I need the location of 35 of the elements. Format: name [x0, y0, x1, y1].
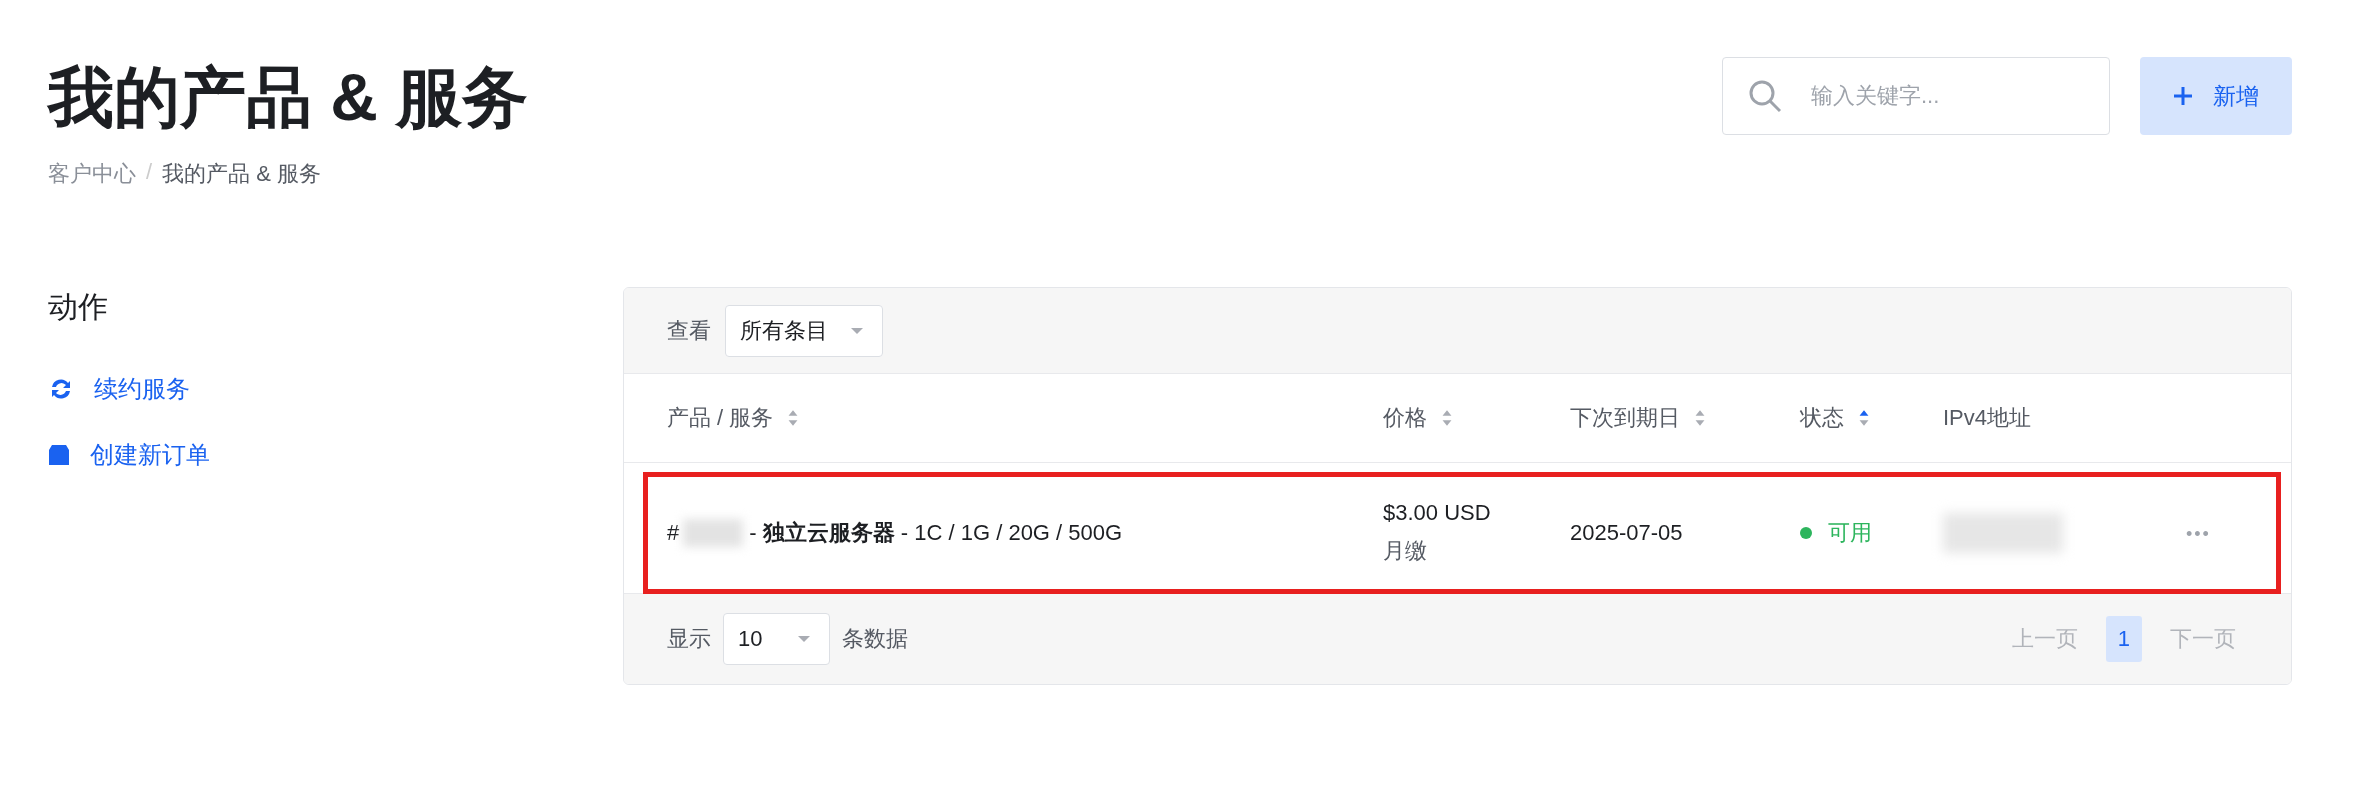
breadcrumb-separator: /: [146, 159, 153, 186]
sort-icon[interactable]: [1858, 408, 1870, 428]
bag-icon: [48, 444, 70, 466]
sort-icon[interactable]: [787, 408, 800, 428]
show-label: 显示: [667, 625, 711, 653]
plus-icon: [2173, 86, 2193, 106]
pagination-button[interactable]: 1: [2105, 616, 2142, 662]
column-header[interactable]: 价格: [1383, 403, 1427, 433]
status-label: 可用: [1828, 519, 1872, 547]
price: $3.00 USD: [1383, 500, 1492, 526]
column-header[interactable]: 产品 / 服务: [667, 403, 774, 433]
billing-cycle: 月缴: [1383, 537, 1428, 565]
page-title: 我的产品 & 服务: [48, 59, 529, 136]
sort-icon[interactable]: [1441, 408, 1453, 428]
column-header[interactable]: 状态: [1800, 403, 1844, 433]
product-id: #: [667, 520, 680, 546]
action-link[interactable]: 续约服务: [94, 373, 190, 405]
rows-label: 条数据: [842, 625, 908, 653]
search-icon: [1748, 79, 1782, 113]
sort-icon[interactable]: [1694, 408, 1706, 428]
caret-icon: [850, 326, 864, 335]
column-header[interactable]: 下次到期日: [1570, 403, 1680, 433]
column-header[interactable]: IPv4地址: [1943, 403, 2032, 433]
page-size-dropdown[interactable]: 10: [723, 613, 830, 665]
due-date: 2025-07-05: [1570, 520, 1683, 545]
action-link[interactable]: 创建新订单: [90, 439, 210, 471]
search-field[interactable]: 输入关键字...: [1722, 57, 2110, 135]
filter-dropdown[interactable]: 所有条目: [725, 304, 883, 357]
redacted-blur: [683, 519, 744, 547]
new-button[interactable]: 新增: [2140, 57, 2292, 135]
filter-label: 查看: [667, 316, 711, 345]
caret-icon: [797, 635, 811, 643]
product-name[interactable]: - 独立云服务器 - 1C / 1G / 20G / 500G: [749, 518, 1123, 548]
section-title: 动作: [48, 289, 109, 325]
breadcrumb-current: 我的产品 & 服务: [162, 160, 322, 188]
